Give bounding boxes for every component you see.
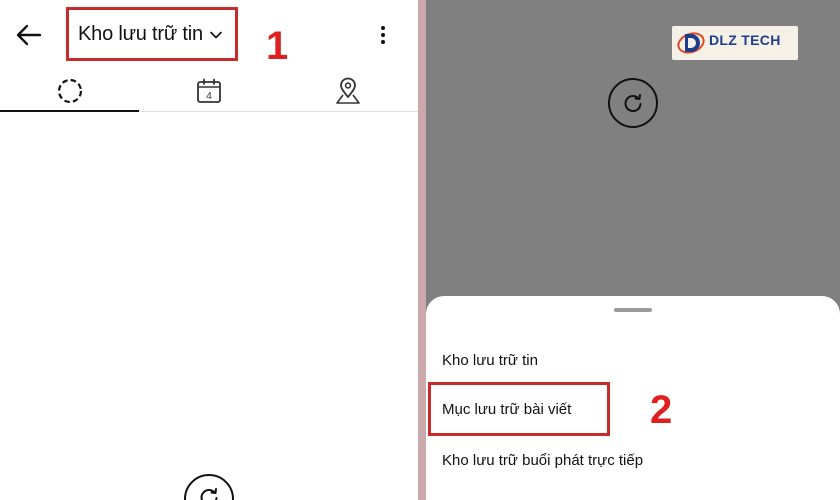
active-tab-indicator — [0, 110, 139, 112]
calendar-day-label: 4 — [206, 91, 212, 102]
left-screen: Kho lưu trữ tin 1 4 — [0, 0, 418, 500]
map-pin-icon — [335, 77, 360, 104]
calendar-icon: 4 — [196, 78, 221, 103]
sheet-drag-handle[interactable] — [614, 308, 652, 312]
refresh-button[interactable] — [608, 78, 658, 128]
menu-item-label: Mục lưu trữ bài viết — [442, 400, 572, 418]
archive-type-bottom-sheet: Kho lưu trữ tin Mục lưu trữ bài viết 2 K… — [426, 296, 840, 500]
top-bar: Kho lưu trữ tin 1 — [0, 0, 418, 68]
stories-tab[interactable] — [0, 70, 139, 112]
dashed-circle-icon — [57, 78, 82, 104]
right-screen: DLZ TECH Kho lưu trữ tin Mục lưu trữ bài… — [426, 0, 840, 500]
arrow-left-icon — [16, 24, 42, 46]
more-vertical-icon — [381, 26, 385, 44]
view-tabs: 4 — [0, 70, 418, 112]
dlz-logo-icon — [677, 32, 705, 54]
menu-item-live-archive[interactable]: Kho lưu trữ buổi phát trực tiếp — [442, 452, 643, 469]
archive-type-dropdown[interactable]: Kho lưu trữ tin — [66, 7, 238, 61]
map-tab[interactable] — [278, 70, 417, 112]
logo-text: DLZ TECH — [709, 32, 781, 48]
refresh-icon — [200, 488, 218, 500]
brand-logo: DLZ TECH — [672, 26, 798, 60]
page-title: Kho lưu trữ tin — [78, 22, 203, 45]
refresh-button[interactable] — [184, 474, 234, 500]
refresh-icon — [624, 94, 642, 113]
back-button[interactable] — [14, 20, 44, 50]
more-options-button[interactable] — [372, 22, 394, 48]
menu-item-story-archive[interactable]: Kho lưu trữ tin — [442, 352, 538, 369]
calendar-tab[interactable]: 4 — [139, 70, 278, 112]
menu-item-post-archive[interactable]: Mục lưu trữ bài viết — [428, 382, 610, 436]
chevron-down-icon — [210, 31, 222, 39]
step-number-2: 2 — [650, 388, 673, 432]
step-number-1: 1 — [266, 24, 289, 68]
